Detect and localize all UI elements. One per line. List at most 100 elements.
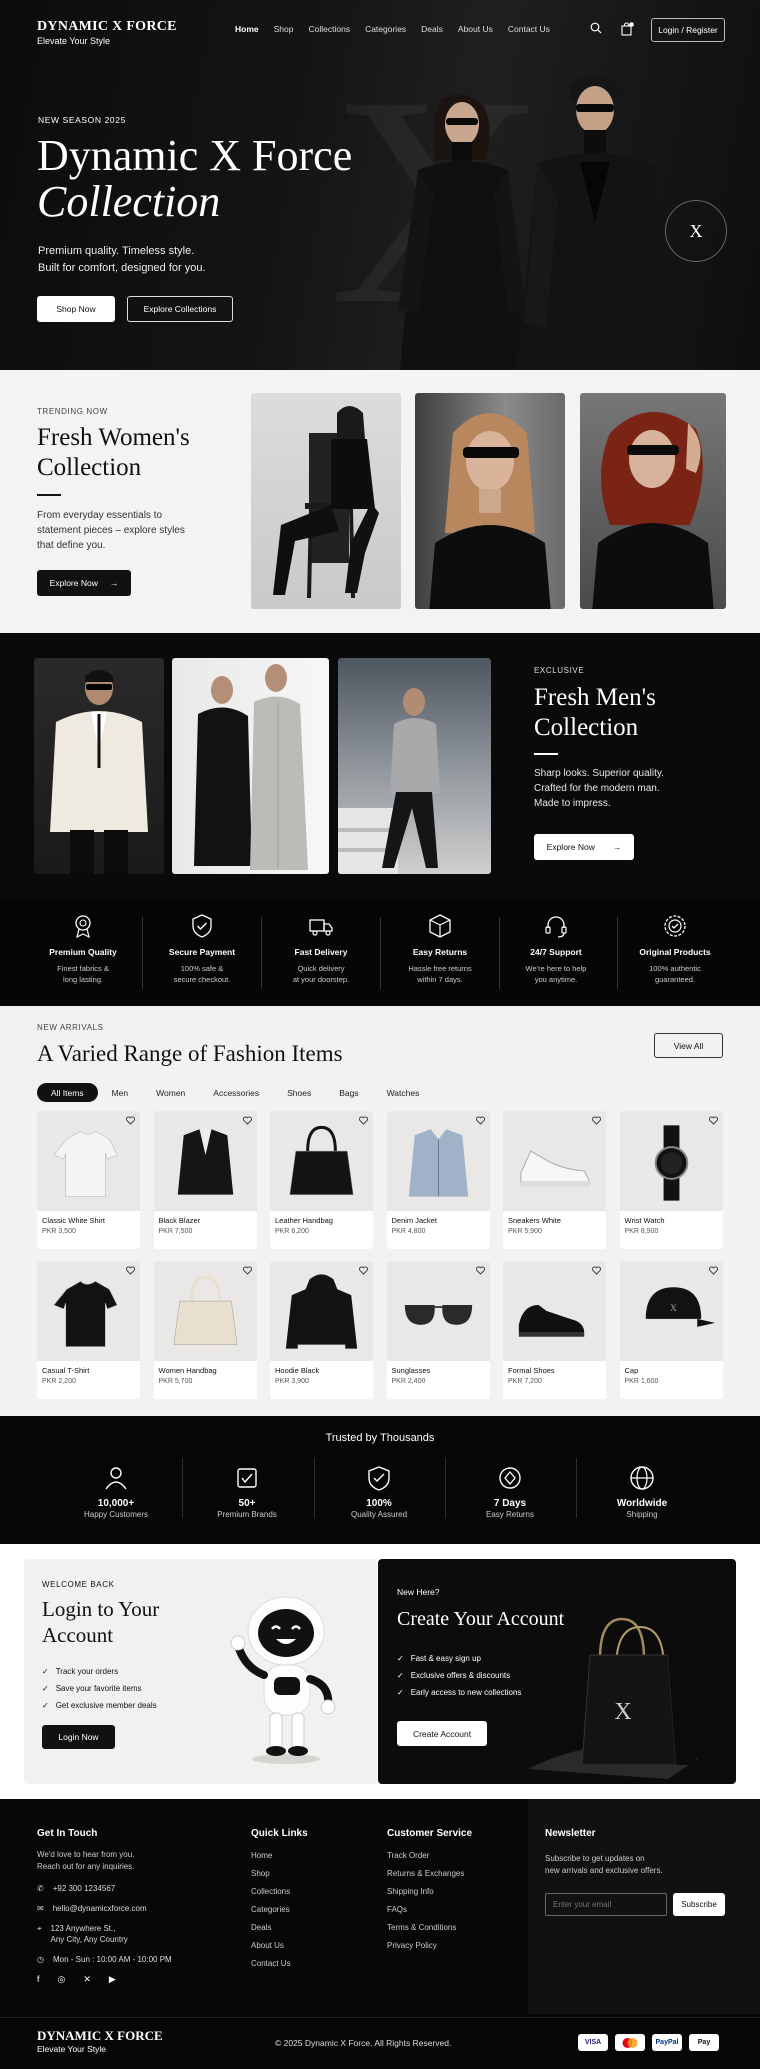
product-card[interactable]: Leather Handbag PKR 6,200: [270, 1111, 373, 1249]
explore-collections-button[interactable]: Explore Collections: [127, 296, 233, 322]
nav-contact[interactable]: Contact Us: [508, 24, 550, 34]
footer-link-returns[interactable]: Returns & Exchanges: [387, 1865, 472, 1883]
heart-icon[interactable]: [359, 1266, 368, 1275]
heart-icon[interactable]: [592, 1116, 601, 1125]
product-name[interactable]: Black Blazer: [159, 1216, 201, 1225]
product-image[interactable]: [153, 1261, 257, 1361]
product-image[interactable]: [619, 1111, 723, 1211]
women-explore-button[interactable]: Explore Now →: [37, 570, 131, 596]
filter-all-items[interactable]: All Items: [37, 1083, 98, 1102]
newsletter-email-input[interactable]: [545, 1893, 667, 1916]
product-card[interactable]: Black Blazer PKR 7,500: [153, 1111, 257, 1249]
footer-link-shipping[interactable]: Shipping Info: [387, 1883, 472, 1901]
heart-icon[interactable]: [475, 1266, 485, 1275]
product-card[interactable]: Wrist Watch PKR 8,900: [619, 1111, 723, 1249]
product-card[interactable]: Casual T-Shirt PKR 2,200: [37, 1261, 140, 1399]
product-card[interactable]: Women Handbag PKR 5,700: [153, 1261, 257, 1399]
heart-icon[interactable]: [126, 1116, 135, 1125]
filter-bags[interactable]: Bags: [325, 1083, 372, 1102]
footer-link-categories[interactable]: Categories: [251, 1901, 308, 1919]
brand-logo[interactable]: DYNAMIC X FORCE Elevate Your Style: [37, 19, 177, 46]
men-photo-white-suit[interactable]: [34, 658, 164, 874]
filter-watches[interactable]: Watches: [373, 1083, 434, 1102]
create-account-button[interactable]: Create Account: [397, 1721, 487, 1746]
footer-logo[interactable]: DYNAMIC X FORCE Elevate Your Style: [37, 2028, 163, 2054]
contact-email[interactable]: ✉ hello@dynamicxforce.com: [37, 1903, 172, 1914]
nav-shop[interactable]: Shop: [274, 24, 294, 34]
filter-women[interactable]: Women: [142, 1083, 199, 1102]
login-register-button[interactable]: Login / Register: [651, 18, 725, 42]
heart-icon[interactable]: [708, 1266, 718, 1275]
nav-collections[interactable]: Collections: [308, 24, 350, 34]
product-image[interactable]: [503, 1111, 606, 1211]
footer-link-home[interactable]: Home: [251, 1847, 308, 1865]
contact-phone[interactable]: ✆ +92 300 1234567: [37, 1883, 172, 1894]
product-name[interactable]: Leather Handbag: [275, 1216, 333, 1225]
heart-icon[interactable]: [359, 1116, 368, 1125]
heart-icon[interactable]: [242, 1116, 252, 1125]
product-name[interactable]: Casual T-Shirt: [42, 1366, 89, 1375]
youtube-icon[interactable]: ▶: [109, 1974, 116, 1985]
product-card[interactable]: Sunglasses PKR 2,400: [386, 1261, 490, 1399]
filter-men[interactable]: Men: [98, 1083, 143, 1102]
filter-accessories[interactable]: Accessories: [199, 1083, 273, 1102]
footer-link-faqs[interactable]: FAQs: [387, 1901, 472, 1919]
men-photo-stairs[interactable]: [338, 658, 491, 874]
nav-categories[interactable]: Categories: [365, 24, 406, 34]
heart-icon[interactable]: [475, 1116, 485, 1125]
product-name[interactable]: Classic White Shirt: [42, 1216, 105, 1225]
footer-link-collections[interactable]: Collections: [251, 1883, 308, 1901]
product-image[interactable]: [270, 1261, 373, 1361]
product-image[interactable]: [37, 1111, 140, 1211]
product-image[interactable]: [153, 1111, 257, 1211]
product-card[interactable]: Formal Shoes PKR 7,200: [503, 1261, 606, 1399]
product-card[interactable]: X Cap PKR 1,600: [619, 1261, 723, 1399]
product-card[interactable]: Sneakers White PKR 5,900: [503, 1111, 606, 1249]
women-photo-portrait[interactable]: [415, 393, 565, 609]
instagram-icon[interactable]: ◎: [58, 1974, 66, 1985]
heart-icon[interactable]: [126, 1266, 135, 1275]
footer-link-deals[interactable]: Deals: [251, 1919, 308, 1937]
product-name[interactable]: Denim Jacket: [392, 1216, 437, 1225]
product-name[interactable]: Formal Shoes: [508, 1366, 555, 1375]
nav-home[interactable]: Home: [235, 24, 259, 34]
cart-icon[interactable]: [620, 22, 634, 36]
men-photo-duo[interactable]: [172, 658, 329, 874]
filter-shoes[interactable]: Shoes: [273, 1083, 325, 1102]
footer-link-contact[interactable]: Contact Us: [251, 1955, 308, 1973]
product-name[interactable]: Women Handbag: [159, 1366, 217, 1375]
product-image[interactable]: [386, 1111, 490, 1211]
x-twitter-icon[interactable]: ✕: [83, 1974, 91, 1985]
view-all-button[interactable]: View All: [654, 1033, 723, 1058]
product-name[interactable]: Wrist Watch: [625, 1216, 665, 1225]
subscribe-button[interactable]: Subscribe: [673, 1893, 725, 1916]
men-explore-button[interactable]: Explore Now →: [534, 834, 634, 860]
product-name[interactable]: Hoodie Black: [275, 1366, 319, 1375]
shop-now-button[interactable]: Shop Now: [37, 296, 115, 322]
product-name[interactable]: Sneakers White: [508, 1216, 561, 1225]
nav-deals[interactable]: Deals: [421, 24, 443, 34]
footer-link-about[interactable]: About Us: [251, 1937, 308, 1955]
women-photo-redhair[interactable]: [580, 393, 726, 609]
footer-link-track-order[interactable]: Track Order: [387, 1847, 472, 1865]
product-card[interactable]: Denim Jacket PKR 4,800: [386, 1111, 490, 1249]
product-image[interactable]: [386, 1261, 490, 1361]
footer-link-privacy[interactable]: Privacy Policy: [387, 1937, 472, 1955]
heart-icon[interactable]: [708, 1116, 718, 1125]
login-now-button[interactable]: Login Now: [42, 1725, 115, 1749]
product-name[interactable]: Cap: [625, 1366, 639, 1375]
product-image[interactable]: [503, 1261, 606, 1361]
product-image[interactable]: X: [619, 1261, 723, 1361]
heart-icon[interactable]: [242, 1266, 252, 1275]
search-icon[interactable]: [590, 22, 602, 36]
heart-icon[interactable]: [592, 1266, 601, 1275]
footer-link-shop[interactable]: Shop: [251, 1865, 308, 1883]
women-photo-chair[interactable]: [251, 393, 401, 609]
product-card[interactable]: Classic White Shirt PKR 3,500: [37, 1111, 140, 1249]
facebook-icon[interactable]: f: [37, 1974, 40, 1985]
product-image[interactable]: [270, 1111, 373, 1211]
product-image[interactable]: [37, 1261, 140, 1361]
footer-link-terms[interactable]: Terms & Conditions: [387, 1919, 472, 1937]
nav-about[interactable]: About Us: [458, 24, 493, 34]
product-name[interactable]: Sunglasses: [392, 1366, 431, 1375]
